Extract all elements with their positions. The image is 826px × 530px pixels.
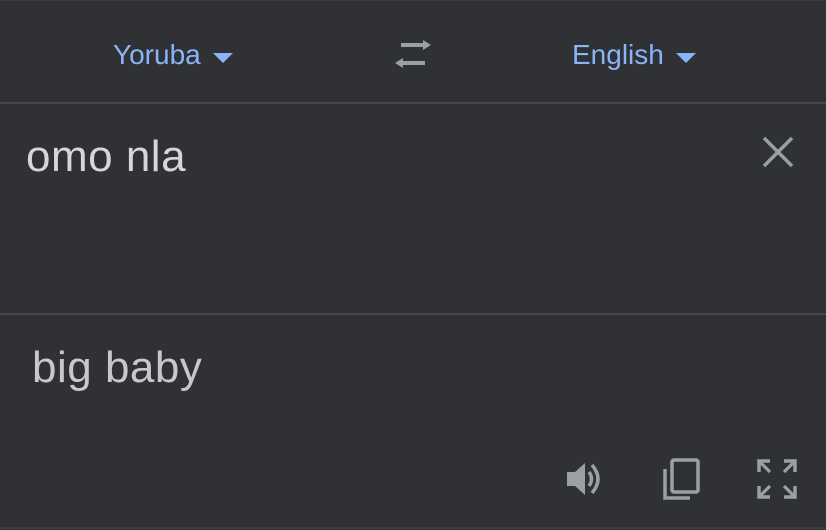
target-language-label: English bbox=[572, 39, 664, 70]
copy-button[interactable] bbox=[659, 457, 703, 501]
chevron-down-icon bbox=[675, 53, 696, 63]
language-bar: Yoruba English bbox=[0, 1, 826, 104]
source-language-selector[interactable]: Yoruba bbox=[113, 35, 233, 75]
listen-button[interactable] bbox=[563, 457, 607, 501]
copy-icon bbox=[663, 458, 700, 500]
swap-languages-icon bbox=[395, 40, 431, 68]
source-language-label: Yoruba bbox=[113, 39, 201, 70]
close-icon bbox=[762, 136, 794, 168]
swap-languages-button[interactable] bbox=[389, 34, 437, 74]
translation-result: big baby bbox=[32, 343, 203, 392]
source-pane[interactable]: omo nla bbox=[0, 104, 826, 315]
chevron-down-icon bbox=[212, 53, 233, 63]
result-pane: big baby bbox=[0, 315, 826, 529]
speaker-icon bbox=[567, 463, 600, 495]
translate-app: Yoruba English omo nla big baby bbox=[0, 0, 826, 530]
fullscreen-button[interactable] bbox=[755, 457, 799, 501]
source-text-input[interactable]: omo nla bbox=[26, 132, 186, 182]
target-language-selector[interactable]: English bbox=[572, 35, 696, 75]
clear-button[interactable] bbox=[760, 134, 796, 170]
fullscreen-icon bbox=[757, 459, 797, 499]
